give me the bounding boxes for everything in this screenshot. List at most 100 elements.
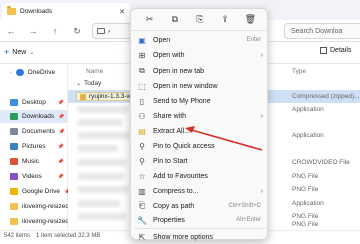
plus-icon: + [4, 47, 10, 57]
sidebar-item-label: Desktop [22, 99, 46, 106]
column-header-type[interactable]: Type [292, 68, 306, 75]
details-button[interactable]: Details [320, 47, 351, 54]
group-label: Today [84, 80, 102, 87]
file-type: Application [292, 132, 324, 139]
sidebar-item-music[interactable]: Music 📌 [0, 155, 68, 168]
menu-item-add-favourites[interactable]: ☆ Add to Favourites [131, 169, 269, 183]
properties-icon: 🔧 [137, 215, 147, 225]
menu-item-send-to-phone[interactable]: ▯ Send to My Phone [131, 94, 269, 108]
file-type: CROWDVIDEO File [292, 159, 350, 166]
rename-icon[interactable]: ⎘ [193, 13, 207, 27]
pin-icon: 📌 [58, 113, 65, 120]
star-icon: ☆ [138, 171, 146, 181]
sidebar-item-label: Music [22, 158, 39, 165]
share-icon[interactable]: ⇪ [218, 13, 232, 27]
menu-item-label: Extract All... [153, 127, 190, 135]
column-header-name[interactable]: Name [86, 68, 103, 75]
menu-item-label: Open in new window [153, 82, 218, 90]
menu-item-properties[interactable]: 🔧 Properties Alt+Enter [131, 213, 269, 227]
breadcrumb-chevron: › [108, 27, 111, 35]
forward-icon[interactable]: → [26, 24, 40, 38]
sidebar-item-label: Downloads [22, 113, 55, 120]
delete-icon[interactable]: 🗑 [243, 13, 257, 27]
sidebar-item-folder[interactable]: iloveimg-resized [0, 215, 68, 228]
sidebar-item-onedrive[interactable]: › OneDrive [0, 66, 68, 79]
menu-item-copy-as-path[interactable]: ⎗ Copy as path Ctrl+Shift+C [131, 199, 269, 213]
menu-item-pin-quick-access[interactable]: ⚲ Pin to Quick access [131, 139, 269, 153]
menu-item-label: Copy as path [153, 202, 195, 210]
folder-icon [7, 6, 16, 15]
pin-icon: 📌 [57, 173, 64, 180]
folder-icon [10, 218, 18, 225]
file-type: Application [292, 200, 324, 207]
cut-icon[interactable]: ✂ [143, 13, 157, 27]
menu-item-open-with[interactable]: ⊞ Open with › [131, 48, 269, 62]
sidebar-item-label: Documents [22, 128, 55, 135]
close-tab-icon[interactable]: ✕ [119, 8, 125, 16]
menu-item-shortcut: Enter [246, 37, 261, 43]
cloud-icon [15, 69, 24, 76]
menu-item-show-more-options[interactable]: ⇱ Show more options [131, 230, 269, 244]
chevron-right-icon: › [260, 187, 263, 195]
pin-icon: 📌 [57, 143, 64, 150]
menu-item-extract-all[interactable]: ▤ Extract All... [131, 124, 269, 138]
folder-icon [10, 203, 18, 210]
sidebar-item-pictures[interactable]: Pictures 📌 [0, 140, 68, 153]
video-icon [10, 173, 18, 180]
file-type: PNG File [292, 186, 319, 193]
computer-icon [97, 28, 105, 34]
pin-icon: 📌 [57, 158, 64, 165]
search-input[interactable]: Search Downloa [284, 23, 360, 39]
up-icon[interactable]: ↑ [48, 24, 62, 38]
menu-item-label: Show more options [153, 233, 213, 241]
new-label: New [12, 48, 27, 56]
selection-info: 1 item selected 32.3 MB [36, 232, 101, 239]
document-icon [10, 128, 18, 135]
menu-item-compress-to[interactable]: ▥ Compress to... › [131, 184, 269, 198]
new-tab-icon: ⧉ [139, 66, 145, 75]
menu-item-label: Add to Favourites [153, 172, 208, 180]
chevron-right-icon: › [260, 51, 263, 59]
sidebar-item-videos[interactable]: Videos 📌 [0, 170, 68, 183]
context-menu-toolbar: ✂ ⧉ ⎘ ⇪ 🗑 [131, 9, 269, 31]
file-type: PNG File [292, 173, 319, 180]
sidebar-item-downloads[interactable]: Downloads 📌 [0, 110, 68, 123]
group-header-today[interactable]: ⌄ Today [76, 80, 101, 87]
sidebar-item-label: iloveimg-resized [22, 218, 68, 225]
copy-icon[interactable]: ⧉ [168, 13, 182, 27]
sidebar-item-google-drive[interactable]: Google Drive 📌 [0, 185, 68, 198]
chevron-down-icon: ⌄ [76, 81, 82, 87]
copy-path-icon: ⎗ [138, 201, 146, 210]
menu-item-pin-start[interactable]: ⚲ Pin to Start [131, 154, 269, 168]
music-icon [10, 158, 18, 165]
tab-downloads[interactable]: Downloads ✕ [2, 3, 130, 20]
pictures-icon [10, 143, 18, 150]
menu-item-label: Open [153, 36, 171, 44]
menu-item-open-new-tab[interactable]: ⧉ Open in new tab [131, 64, 269, 78]
file-type: PNG File [292, 221, 319, 228]
file-type: Compressed (zipped)... [292, 93, 360, 100]
menu-item-open[interactable]: ▣ Open Enter [131, 33, 269, 47]
share-with-icon: ⚇ [138, 111, 146, 121]
sidebar-item-desktop[interactable]: Desktop 📌 [0, 96, 68, 109]
back-icon[interactable]: ← [4, 24, 18, 38]
details-pane-icon [320, 47, 327, 54]
google-drive-icon [10, 188, 18, 195]
menu-item-share-with[interactable]: ⚇ Share with › [131, 109, 269, 123]
open-icon: ▣ [138, 35, 146, 45]
address-bar[interactable]: › [92, 23, 132, 39]
phone-icon: ▯ [139, 96, 145, 106]
compress-icon: ▥ [138, 186, 146, 196]
more-options-icon: ⇱ [138, 232, 146, 242]
sidebar-item-label: iloveimg-resized [22, 203, 68, 210]
sidebar-item-folder[interactable]: iloveimg-resized [0, 200, 68, 213]
file-type: Application [292, 106, 324, 113]
chevron-right-icon: › [260, 112, 263, 120]
context-menu: ✂ ⧉ ⎘ ⇪ 🗑 ▣ Open Enter ⊞ Open with › ⧉ O… [130, 8, 269, 242]
menu-item-open-new-window[interactable]: ⬚ Open in new window [131, 79, 269, 93]
menu-item-label: Pin to Quick access [153, 142, 215, 150]
pin-icon: ⚲ [139, 141, 145, 151]
sidebar-item-documents[interactable]: Documents 📌 [0, 125, 68, 138]
new-button[interactable]: + New ⌄ [4, 47, 34, 57]
refresh-icon[interactable]: ↻ [70, 24, 84, 38]
